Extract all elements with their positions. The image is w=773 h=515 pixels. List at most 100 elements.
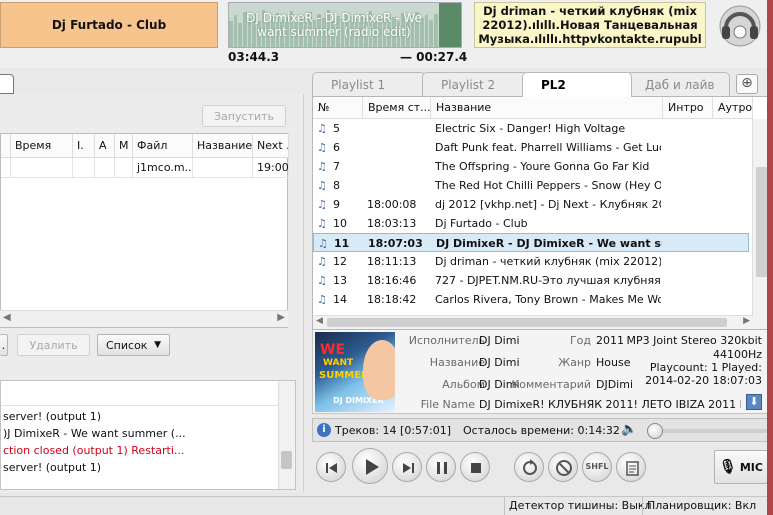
play-button[interactable] [352,448,388,484]
run-button[interactable]: Запустить [202,105,286,127]
scheduler-status[interactable]: Планировщик: Вкл [642,497,760,515]
current-track-waveform[interactable]: DJ DimixeR - DJ DimixeR - We want summer… [228,2,462,48]
list-dropdown[interactable]: Список ▼ [97,334,170,356]
column-header-name[interactable]: Название [193,134,253,158]
row-title: 727 - DJPET.NM.RU-Это лучшая клубняя м..… [435,274,661,287]
album-label: Альбом [442,378,485,391]
playlist-hscroll-thumb[interactable] [327,318,727,327]
playlist-tabs: Playlist 1 Playlist 2 PL2 Даб и лайв ...… [312,72,773,116]
headphones-icon[interactable] [712,2,768,48]
column-header-outro[interactable]: Аутро [713,97,753,119]
comment-label: Комментарий [511,378,591,391]
next-track-box[interactable]: Dj driman - четкий клубняк (mix 22012).ı… [474,2,706,48]
table-cell[interactable] [1,158,11,178]
playlist-status-bar: i Треков: 14 [0:57:01] Осталось времени:… [312,418,773,442]
partial-button[interactable]: . [0,334,8,356]
scroll-left-icon[interactable]: ◀ [316,316,323,326]
column-header-next[interactable]: Next . [253,134,289,158]
column-header-blank[interactable] [1,134,11,158]
row-title: The Red Hot Chilli Peppers - Snow (Hey O… [435,179,661,192]
shuffle-button[interactable]: SHFL [582,452,612,482]
playlist-edit-button[interactable] [616,452,646,482]
pause-button[interactable] [426,452,456,482]
column-header-title[interactable]: Название [431,97,663,119]
volume-track[interactable] [649,429,767,433]
row-title: Daft Punk feat. Pharrell Williams - Get … [435,141,661,154]
log-panel[interactable]: server! (output 1) )J DimixeR - We want … [0,380,296,490]
next-track-title: Dj driman - четкий клубняк (mix 22012).ı… [478,4,702,46]
title-value: DJ Dimi [479,356,519,369]
playlist-row[interactable]: ♫ 14 18:18:42 Carlos Rivera, Tony Brown - M… [313,290,749,309]
column-header-m[interactable]: M [115,134,133,158]
playlist-row[interactable]: ♫ 9 18:00:08 dj 2012 [vkhp.net] - Dj Next -… [313,195,749,214]
table-cell[interactable] [95,158,115,178]
playlist-grid[interactable]: № Время ст... Название Интро Аутро ♫ 5 Ele… [312,96,773,330]
column-header-intro[interactable]: Интро [663,97,713,119]
column-header-start-time[interactable]: Время ст... [363,97,431,119]
row-number: 12 [333,255,347,268]
table-cell[interactable] [193,158,253,178]
table-cell-next[interactable]: 19:00: [253,158,289,178]
column-header-number[interactable]: № [313,97,363,119]
playlist-row[interactable]: ♫ 7 The Offspring - Youre Gonna Go Far Kid [313,157,749,176]
music-note-icon: ♫ [317,179,327,192]
microphone-icon: 🎙 [719,459,737,475]
repeat-button[interactable] [514,452,544,482]
playlist-horizontal-scrollbar[interactable]: ◀ ▶ [313,315,753,329]
row-number: 7 [333,160,340,173]
add-tab-icon[interactable]: ⊕ [736,74,758,94]
playlist-row-current[interactable]: ♫ 11 18:07:03 DJ DimixeR - DJ DimixeR - We … [313,233,749,252]
row-number: 5 [333,122,340,135]
row-start-time: 18:11:13 [367,255,417,268]
table-cell[interactable] [115,158,133,178]
table-cell-file[interactable]: j1mco.m... [133,158,193,178]
previous-button[interactable] [316,452,346,482]
album-cover[interactable]: WE WANT SUMMER DJ DIMIXER [315,332,395,412]
log-scrollbar[interactable] [278,381,295,489]
mic-button[interactable]: 🎙 MIC [714,450,768,484]
next-button[interactable] [392,452,422,482]
info-icon: i [317,423,331,437]
playlist-row[interactable]: ♫ 12 18:11:13 Dj driman - четкий клубняк (m… [313,252,749,271]
row-number: 8 [333,179,340,192]
scroll-left-icon[interactable]: ◀ [3,312,11,323]
horizontal-scrollbar[interactable]: ◀ ▶ [0,310,288,327]
column-header-a[interactable]: A [95,134,115,158]
download-icon[interactable]: ⬇ [746,394,762,410]
music-note-icon: ♫ [317,141,327,154]
tab-pl2[interactable]: PL2 [522,72,632,97]
speaker-icon[interactable]: 🔈 [621,422,637,437]
table-cell[interactable] [73,158,95,178]
tab-playlist-2[interactable]: Playlist 2 [422,72,528,96]
scroll-right-icon[interactable]: ▶ [277,312,285,323]
stop-button[interactable] [460,452,490,482]
table-cell[interactable] [11,158,73,178]
volume-slider-thumb[interactable] [647,423,663,439]
playlist-row[interactable]: ♫ 13 18:16:46 727 - DJPET.NM.RU-Это лучшая … [313,271,749,290]
log-scroll-thumb[interactable] [281,451,292,469]
shuffle-label: SHFL [585,462,609,471]
log-line: server! (output 1) [3,461,102,474]
elapsed-time: 03:44.3 [228,50,280,64]
tab-playlist-1[interactable]: Playlist 1 [312,72,426,96]
column-header-time[interactable]: Время [11,134,73,158]
scheduler-grid[interactable]: Время I. A M Файл Название Next . j1mco.… [0,133,289,328]
playlist-row[interactable]: ♫ 5 Electric Six - Danger! High Voltage [313,119,749,138]
playlist-row[interactable]: ♫ 6 Daft Punk feat. Pharrell Williams - Ge… [313,138,749,157]
block-button[interactable] [548,452,578,482]
delete-button[interactable]: Удалить [17,334,90,356]
track-count: Треков: 14 [0:57:01] [335,424,452,437]
music-note-icon: ♫ [318,237,328,250]
column-header-i[interactable]: I. [73,134,95,158]
artist-label: Исполнитель [408,334,485,347]
silence-detector-status[interactable]: Детектор тишины: Выкл [504,497,656,515]
column-header-file[interactable]: Файл [133,134,193,158]
left-panel-tab[interactable] [0,74,14,94]
playlist-row[interactable]: ♫ 8 The Red Hot Chilli Peppers - Snow (Hey… [313,176,749,195]
scroll-right-icon[interactable]: ▶ [743,316,750,326]
now-playing-strip: Dj Furtado - Club DJ DimixeR - DJ Dimixe… [0,0,773,68]
tab-dub-live[interactable]: Даб и лайв ... [626,72,730,116]
music-note-icon: ♫ [317,217,327,230]
previous-track-box[interactable]: Dj Furtado - Club [0,2,218,48]
playlist-row[interactable]: ♫ 10 18:03:13 Dj Furtado - Club [313,214,749,233]
